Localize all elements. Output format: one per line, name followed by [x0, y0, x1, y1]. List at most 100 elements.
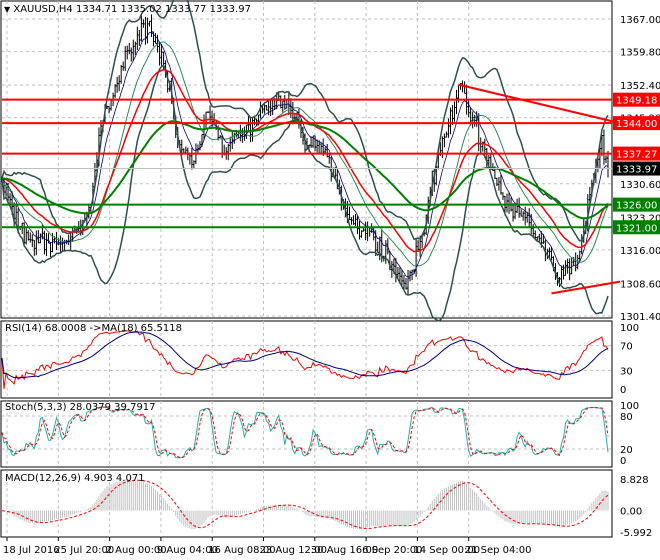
price-level-label: 1321.00 — [616, 223, 657, 234]
price-bar — [15, 203, 18, 225]
price-bar — [35, 230, 38, 256]
price-tick-label: 1316.00 — [620, 246, 660, 257]
price-tick-label: 1330.60 — [620, 180, 660, 191]
price-bar — [114, 83, 117, 99]
price-bar — [499, 174, 502, 195]
macd-title: MACD(12,26,9) 4.903 4.071 — [5, 473, 145, 484]
price-bar — [128, 42, 131, 55]
price-bar — [506, 193, 508, 213]
price-bar — [314, 135, 317, 152]
x-tick-label: 21 Sep 04:00 — [465, 545, 532, 556]
price-bar — [451, 105, 454, 126]
ohlc-readout: 1334.71 1335.02 1333.77 1333.97 — [75, 4, 251, 15]
price-bar — [441, 136, 444, 159]
price-bar — [528, 208, 531, 228]
price-bar — [219, 134, 222, 139]
price-bar — [184, 146, 187, 154]
price-bar — [358, 221, 361, 240]
price-bar — [209, 105, 212, 124]
rsi-tick-label: 0 — [620, 385, 626, 396]
price-bar — [495, 177, 498, 186]
stoch-tick-label: 0 — [620, 456, 626, 467]
rsi-line — [1, 330, 609, 390]
price-bar — [602, 129, 605, 165]
price-bar — [45, 232, 48, 257]
price-bar — [283, 94, 286, 110]
price-bar — [407, 270, 410, 295]
chart-header: ▼ XAUUSD,H4 1334.71 1335.02 1333.77 1333… — [4, 4, 251, 15]
price-bar — [512, 203, 515, 222]
price-bar — [126, 45, 129, 60]
price-bar — [354, 213, 357, 226]
price-bar — [269, 99, 272, 117]
price-bar — [328, 153, 331, 164]
price-bar — [497, 176, 500, 191]
price-bar — [297, 108, 300, 129]
rsi-tick-label: 30 — [620, 366, 633, 377]
price-bar — [518, 197, 521, 218]
price-bar — [560, 265, 563, 285]
price-bar — [192, 160, 195, 169]
price-bar — [190, 147, 193, 170]
price-bar — [447, 118, 450, 138]
price-bar — [67, 234, 70, 245]
price-bar — [463, 81, 466, 94]
price-bar — [39, 233, 42, 244]
price-bar — [271, 100, 274, 116]
price-bar — [110, 99, 113, 111]
price-bar — [508, 192, 511, 214]
price-bar — [207, 111, 210, 114]
macd-tick-label: 0.00 — [620, 507, 642, 518]
price-bar — [350, 217, 353, 225]
price-bar — [249, 118, 252, 143]
rsi-tick-label: 70 — [620, 342, 633, 353]
pane-frame-0 — [0, 0, 613, 319]
price-level-label: 1344.00 — [616, 119, 657, 130]
price-bar — [360, 230, 363, 238]
price-bar — [473, 114, 476, 127]
ma-red — [1, 69, 609, 253]
price-bar — [479, 137, 482, 155]
price-bar — [241, 128, 244, 143]
price-tick-label: 1352.40 — [620, 81, 660, 92]
price-bar — [37, 230, 40, 244]
price-bar — [136, 26, 139, 51]
price-bar — [415, 238, 418, 277]
price-bar — [150, 14, 153, 37]
current-price-label: 1333.97 — [616, 165, 657, 176]
price-bar — [55, 231, 58, 250]
price-level-label: 1349.18 — [616, 96, 657, 107]
dropdown-arrow-icon[interactable]: ▼ — [4, 5, 10, 14]
price-bar — [21, 222, 24, 234]
price-level-label: 1337.27 — [616, 150, 657, 161]
price-bar — [376, 241, 379, 253]
price-bar — [142, 19, 145, 28]
stoch-tick-label: 80 — [620, 412, 633, 423]
price-bar — [520, 209, 523, 217]
price-bar — [124, 46, 127, 71]
stoch-tick-label: 100 — [620, 401, 639, 412]
price-bar — [366, 221, 369, 242]
price-bar — [524, 206, 527, 226]
price-bar — [138, 29, 141, 46]
price-bar — [27, 230, 30, 241]
price-bar — [538, 233, 541, 242]
price-bar — [59, 235, 62, 254]
price-bar — [154, 33, 157, 44]
price-bar — [522, 211, 525, 221]
price-bar — [148, 20, 151, 27]
price-bar — [574, 252, 577, 272]
price-bar — [368, 226, 371, 237]
price-bar — [568, 258, 571, 281]
price-bar — [443, 133, 446, 148]
price-bar — [455, 89, 458, 115]
price-bar — [33, 239, 36, 256]
price-bar — [445, 131, 448, 138]
price-bar — [281, 100, 284, 113]
price-bar — [118, 75, 121, 92]
price-bar — [396, 266, 399, 278]
price-bar — [607, 150, 609, 178]
price-bar — [348, 206, 351, 221]
price-bar — [326, 144, 329, 158]
price-bar — [43, 230, 46, 255]
